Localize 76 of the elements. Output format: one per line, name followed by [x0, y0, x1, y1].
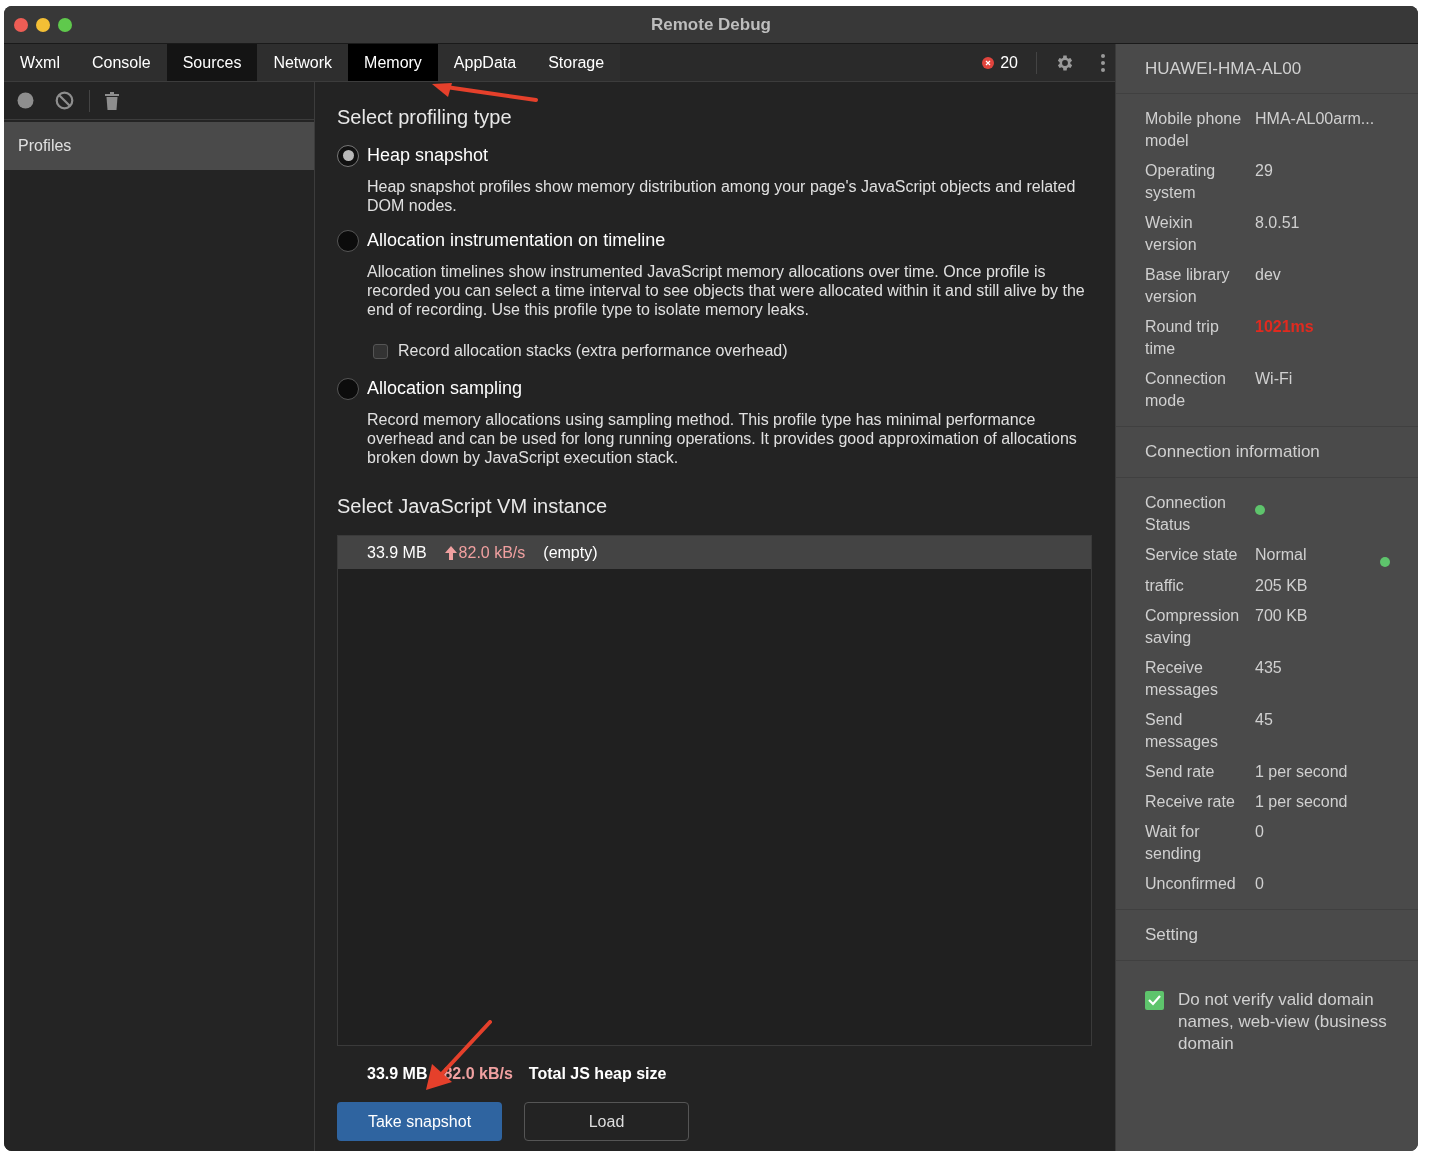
info-value: 8.0.51: [1255, 213, 1300, 233]
info-label: traffic: [1145, 576, 1185, 596]
error-icon: [982, 56, 995, 69]
record-icon[interactable]: [17, 92, 34, 109]
option-label[interactable]: Heap snapshot: [367, 142, 489, 169]
section-heading: Select JavaScript VM instance: [337, 494, 609, 519]
option-description: Heap snapshot profiles show memory distribution among your page's JavaScript objects and related DOM nodes.: [366, 177, 1077, 215]
up-arrow-icon: [444, 545, 457, 560]
tab[interactable]: Network: [257, 44, 349, 81]
total-label: Total JS heap size: [528, 1064, 667, 1084]
info-value: 700 KB: [1255, 606, 1309, 626]
heap-size: 33.9 MB: [367, 1064, 428, 1084]
checkbox[interactable]: [373, 343, 388, 359]
info-value: 205 KB: [1255, 576, 1309, 596]
load-button[interactable]: Load: [524, 1102, 689, 1141]
info-value: dev: [1255, 265, 1281, 285]
section-title: Setting: [1116, 910, 1418, 961]
info-label: Service state: [1145, 545, 1239, 565]
checkbox-label: Record allocation stacks (extra performance overhead): [398, 341, 788, 361]
info-label: Operating system: [1145, 161, 1217, 203]
tab[interactable]: AppData: [437, 44, 533, 81]
info-label: Receive rate: [1145, 792, 1236, 812]
info-label: Connection Status: [1145, 493, 1227, 535]
heap-size: 33.9 MB: [367, 542, 427, 563]
option-description: Allocation timelines show instrumented JavaScript memory allocations over time. Once profile is recorded you can select a time interval to see objects that were allocated within it and still alive by the end of recording. Use this profile type to isolate memory leaks.: [366, 262, 1086, 319]
sidebar-item[interactable]: Profiles: [4, 122, 314, 170]
info-value: 0: [1255, 874, 1265, 894]
allocation-rate: 82.0 kB/s: [458, 542, 526, 563]
option-description: Record memory allocations using sampling method. This profile type has minimal performance overhead and can be used for long running operations. It provides good approximation of allocations broken down by JavaScript execution stack.: [366, 410, 1078, 467]
tab[interactable]: Sources: [166, 44, 258, 81]
section-title: Connection information: [1116, 427, 1418, 478]
info-label: Unconfirmed: [1145, 874, 1237, 894]
info-label: Base library version: [1145, 265, 1231, 307]
vm-instance-row[interactable]: 33.9 MB 82.0 kB/s (empty): [338, 536, 1091, 569]
info-label: Weixin version: [1145, 213, 1198, 255]
info-value: HMA-AL00arm...: [1255, 109, 1375, 129]
info-label: Round trip time: [1145, 317, 1220, 359]
radio-button[interactable]: [337, 229, 359, 252]
error-count[interactable]: 20: [1000, 50, 1018, 75]
info-value: 0: [1255, 822, 1265, 842]
info-value: 29: [1255, 161, 1273, 181]
minimize-button[interactable]: [36, 17, 50, 32]
section-heading: Select profiling type: [337, 105, 513, 130]
info-label: Mobile phone model: [1145, 109, 1243, 151]
zoom-button[interactable]: [58, 17, 72, 32]
info-value: 1 per second: [1255, 792, 1349, 812]
option-label[interactable]: Allocation sampling: [367, 375, 523, 402]
info-value: Wi-Fi: [1255, 369, 1293, 389]
take-snapshot-button[interactable]: Take snapshot: [337, 1102, 502, 1141]
tab[interactable]: Console: [76, 44, 167, 81]
info-label: Receive messages: [1145, 658, 1219, 700]
info-value: 435: [1255, 658, 1283, 678]
info-value: 1 per second: [1255, 762, 1349, 782]
info-label: Send messages: [1145, 710, 1219, 752]
tab[interactable]: Storage: [532, 44, 621, 81]
radio-button[interactable]: [337, 377, 359, 400]
info-label: Compression saving: [1145, 606, 1241, 648]
window-title: Remote Debug: [651, 13, 771, 36]
info-value: Normal: [1255, 545, 1308, 565]
info-label: Connection mode: [1145, 369, 1227, 411]
checkbox-label: Do not verify valid domain names, web-view (business domain: [1178, 989, 1388, 1055]
option-label[interactable]: Allocation instrumentation on timeline: [367, 227, 666, 254]
checkbox[interactable]: [1145, 991, 1164, 1010]
info-label: Wait for sending: [1145, 822, 1203, 864]
info-label: Send rate: [1145, 762, 1216, 782]
info-value: 1021ms: [1255, 317, 1314, 337]
radio-button[interactable]: [337, 144, 359, 167]
trash-icon[interactable]: [105, 91, 119, 110]
info-value: 45: [1255, 710, 1274, 730]
close-button[interactable]: [14, 17, 28, 32]
more-options-icon[interactable]: [1101, 53, 1105, 72]
clear-icon[interactable]: [55, 91, 74, 110]
tab[interactable]: Memory: [348, 44, 438, 81]
tab[interactable]: Wxml: [4, 44, 76, 81]
instance-name: (empty): [543, 542, 598, 563]
device-title: HUAWEI-HMA-AL00: [1116, 44, 1418, 94]
